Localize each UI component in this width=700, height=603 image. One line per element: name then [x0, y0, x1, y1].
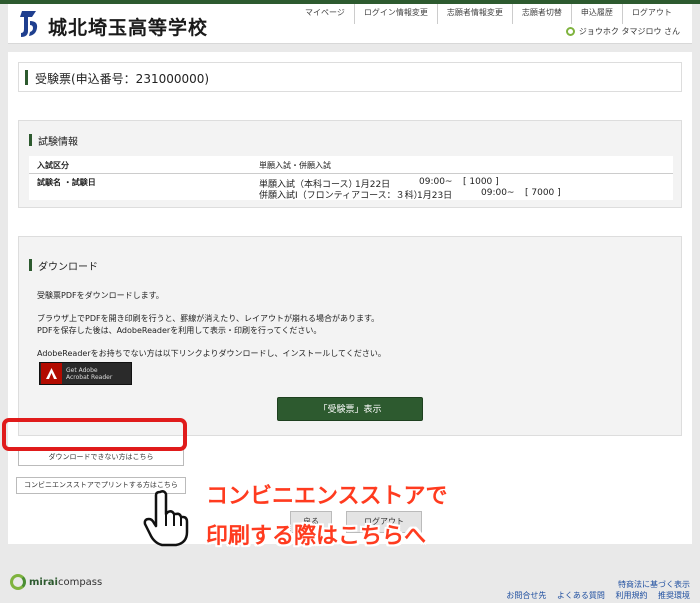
download-heading: ダウンロード	[38, 262, 98, 273]
download-text: PDFを保存した後は、AdobeReaderを利用して表示・印刷を行ってください…	[37, 326, 322, 335]
acrobat-icon	[41, 363, 62, 384]
exam-label: 試験名 ・試験日	[37, 178, 96, 187]
download-panel: ダウンロード 受験票PDFをダウンロードします。 ブラウザ上でPDFを開き印刷を…	[18, 236, 682, 436]
nav-logout[interactable]: ログアウト	[621, 4, 681, 24]
panel-accent-bar	[29, 259, 32, 271]
miraicompass-logo: miraicompass	[10, 574, 102, 590]
highlight-box	[2, 418, 187, 451]
page-title: 受験票(申込番号：231000000)	[35, 72, 210, 86]
footer-link-environment[interactable]: 推奨環境	[658, 591, 690, 600]
show-exam-ticket-button[interactable]: 「受験票」表示	[277, 397, 423, 421]
nav-history[interactable]: 申込履歴	[570, 4, 622, 24]
nav-login-change[interactable]: ログイン情報変更	[353, 4, 437, 24]
user-icon	[565, 27, 575, 36]
category-value: 単願入試・併願入試	[259, 161, 331, 170]
page-title-box: 受験票(申込番号：231000000)	[18, 62, 682, 92]
main-content: 受験票(申込番号：231000000) 試験情報 入試区分 単願入試・併願入試 …	[8, 52, 692, 544]
table-divider	[29, 173, 673, 174]
user-info: ジョウホク タマジロウ さん	[565, 26, 680, 37]
exam-info-heading: 試験情報	[38, 137, 78, 148]
footer-link-faq[interactable]: よくある質問	[557, 591, 605, 600]
panel-accent-bar	[29, 134, 32, 146]
footer-links: 特商法に基づく表示 お問合せ先 よくある質問 利用規約 推奨環境	[498, 579, 690, 601]
callout-text-line1: コンビニエンスストアで	[206, 484, 448, 509]
title-accent-bar	[25, 70, 28, 85]
nav-applicant-switch[interactable]: 志願者切替	[511, 4, 571, 24]
school-logo-icon	[20, 11, 38, 37]
callout-text-line2: 印刷する際はこちらへ	[206, 524, 427, 549]
exam-info-table: 入試区分 単願入試・併願入試 試験名 ・試験日 単願入試（本科コース） 1月22…	[29, 156, 673, 201]
exam-info-panel: 試験情報 入試区分 単願入試・併願入試 試験名 ・試験日 単願入試（本科コース）…	[18, 120, 682, 208]
cannot-download-button[interactable]: ダウンロードできない方はこちら	[18, 449, 184, 466]
footer-link-contact[interactable]: お問合せ先	[506, 591, 546, 600]
pointer-hand-icon	[143, 490, 189, 547]
acrobat-reader-link[interactable]: Get Adobe Acrobat Reader	[39, 362, 132, 385]
category-label: 入試区分	[37, 161, 69, 170]
miraicompass-logo-icon	[10, 574, 26, 590]
user-name: ジョウホク タマジロウ さん	[578, 27, 680, 36]
nav-applicant-change[interactable]: 志願者情報変更	[436, 4, 512, 24]
footer-link-tokushoho[interactable]: 特商法に基づく表示	[618, 580, 690, 589]
nav-mypage[interactable]: マイページ	[296, 4, 354, 24]
download-text: ブラウザ上でPDFを開き印刷を行うと、罫線が消えたり、レイアウトが崩れる場合があ…	[37, 314, 380, 323]
download-text: AdobeReaderをお持ちでない方は以下リンクよりダウンロードし、インストー…	[37, 349, 386, 358]
exam-line: 併願入試Ⅰ（フロンティアコース：３科） 1月23日 09:00~ [ 7000 …	[259, 188, 561, 201]
school-name: 城北埼玉高等学校	[48, 17, 209, 39]
footer-link-terms[interactable]: 利用規約	[615, 591, 647, 600]
download-text: 受験票PDFをダウンロードします。	[37, 291, 164, 300]
acrobat-text: Get Adobe Acrobat Reader	[66, 366, 113, 381]
site-header: 城北埼玉高等学校 マイページ ログイン情報変更 志願者情報変更 志願者切替 申込…	[8, 4, 692, 44]
site-footer: miraicompass 特商法に基づく表示 お問合せ先 よくある質問 利用規約…	[0, 562, 700, 603]
top-nav: マイページ ログイン情報変更 志願者情報変更 志願者切替 申込履歴 ログアウト	[296, 4, 681, 24]
